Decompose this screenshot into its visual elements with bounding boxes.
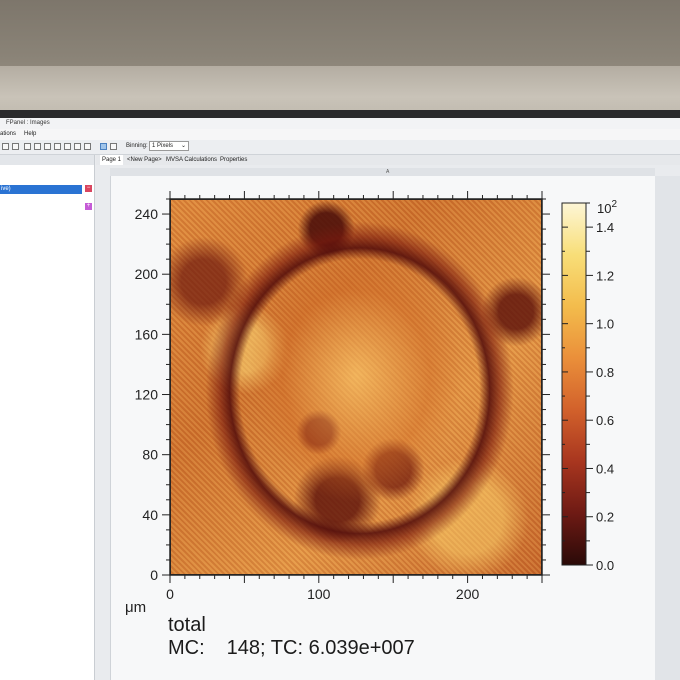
colorbar-tick-label: 0.0 xyxy=(596,558,614,573)
colorbar-tick-label: 1.2 xyxy=(596,268,614,283)
colorbar-tick-label: 1.4 xyxy=(596,220,614,235)
y-tick-label: 240 xyxy=(135,206,159,222)
colorbar-tick-label: 0.6 xyxy=(596,413,614,428)
caption-total: total xyxy=(168,614,206,636)
x-tick-label: 200 xyxy=(456,586,480,602)
x-tick-label: 100 xyxy=(307,586,331,602)
colorbar-multiplier: 102 xyxy=(597,199,617,216)
x-axis-unit-label: μm xyxy=(125,599,146,616)
caption-mc: MC: 148; TC: 6.039e+007 xyxy=(168,637,415,660)
chart-svg: 0 100 200 0 40 80 120 160 200 240 0.0 0.2 0.4 0.6 0.8… xyxy=(125,191,617,616)
colorbar-tick-label: 0.2 xyxy=(596,510,614,525)
y-tick-label: 0 xyxy=(150,567,158,583)
x-tick-label: 0 xyxy=(166,586,174,602)
plot-axes: 0 100 200 0 40 80 120 160 200 240 xyxy=(135,191,550,602)
y-tick-label: 160 xyxy=(135,326,159,342)
colorbar-tick-label: 0.4 xyxy=(596,461,614,476)
mc-label: MC: xyxy=(168,637,205,659)
y-tick-label: 80 xyxy=(142,447,158,463)
mc-value: 148; TC: 6.039e+007 xyxy=(226,637,415,659)
plot-frame xyxy=(169,198,543,576)
y-tick-label: 120 xyxy=(135,387,159,403)
y-tick-label: 40 xyxy=(142,507,158,523)
colorbar-tick-label: 0.8 xyxy=(596,365,614,380)
colorbar xyxy=(561,202,587,566)
colorbar-tick-label: 1.0 xyxy=(596,317,614,332)
y-tick-label: 200 xyxy=(135,266,159,282)
